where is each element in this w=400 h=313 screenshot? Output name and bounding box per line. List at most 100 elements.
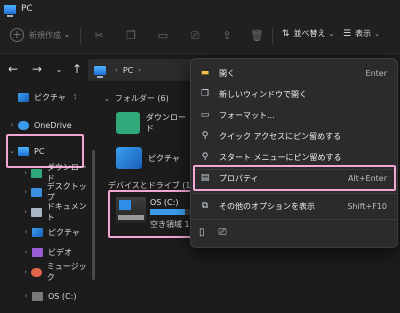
sidebar-item-label: ビデオ <box>48 247 72 257</box>
rename-icon[interactable]: ⎚ <box>219 227 227 238</box>
copy-icon[interactable]: ▯ <box>199 227 205 238</box>
sidebar-item-pictures[interactable]: › ピクチャ <box>14 223 92 241</box>
sidebar-item-label: ミュージック <box>46 262 87 282</box>
view-label: 表示 <box>355 29 372 38</box>
paste-icon[interactable]: ▭ <box>156 29 170 43</box>
pictures-icon <box>18 92 29 102</box>
drive-icon <box>116 197 146 223</box>
toolbar-divider <box>272 28 273 44</box>
new-label: 新規作成 <box>29 30 61 40</box>
chevron-down-icon: ⌄ <box>9 147 15 155</box>
pictures-icon <box>116 147 142 169</box>
title-bar: PC <box>0 0 400 18</box>
sidebar-item-label: ピクチャ <box>48 227 80 237</box>
sidebar-item-label: ドキュメント <box>46 202 87 222</box>
chevron-right-icon: › <box>24 169 28 177</box>
pin-icon: ⚲ <box>201 151 209 162</box>
video-icon <box>32 247 43 257</box>
folder-tile-pictures[interactable]: ピクチャ <box>116 143 190 173</box>
menu-item-properties[interactable]: ▤ プロパティ Alt+Enter <box>191 168 397 188</box>
chevron-down-icon: ⌄ <box>104 94 110 103</box>
share-icon[interactable]: ⇪ <box>220 29 234 43</box>
chevron-right-icon: › <box>24 248 28 256</box>
drive-usage-fill <box>150 209 186 215</box>
breadcrumb-chevron[interactable]: › <box>138 66 141 74</box>
pc-icon <box>18 146 29 156</box>
view-icon: ☰ <box>343 28 352 39</box>
menu-item-label: 新しいウィンドウで開く <box>219 89 307 99</box>
sidebar-item-pictures-pinned[interactable]: ピクチャ ⟟ <box>0 88 92 106</box>
breadcrumb-pc[interactable]: PC <box>123 66 133 75</box>
chevron-right-icon: › <box>24 188 28 196</box>
window-title: PC <box>21 4 33 14</box>
window-icon: ❐ <box>200 88 210 99</box>
more-options-icon: ⧉ <box>201 200 209 211</box>
sidebar-scrollbar[interactable] <box>92 150 95 280</box>
menu-separator <box>191 219 397 220</box>
sort-button[interactable]: ⇅ 並べ替え ⌄ <box>282 28 334 39</box>
menu-item-pin-quick-access[interactable]: ⚲ クイック アクセスにピン留めする <box>191 126 397 146</box>
view-button[interactable]: ☰ 表示 ⌄ <box>343 28 380 39</box>
menu-item-more-options[interactable]: ⧉ その他のオプションを表示 Shift+F10 <box>191 196 397 216</box>
delete-icon[interactable]: 🗑 <box>250 29 264 43</box>
menu-item-shortcut: Enter <box>365 68 387 78</box>
new-button[interactable]: + 新規作成 ⌄ <box>10 28 70 42</box>
cut-icon[interactable]: ✂ <box>92 29 106 43</box>
copy-icon[interactable]: ❐ <box>124 29 138 43</box>
chevron-down-icon: ⌄ <box>374 29 380 38</box>
menu-item-shortcut: Shift+F10 <box>347 201 387 211</box>
download-icon <box>31 168 42 178</box>
pin-icon: ⟟ <box>73 92 77 101</box>
menu-item-format[interactable]: ▭ フォーマット... <box>191 105 397 125</box>
folder-tile-downloads[interactable]: ダウンロード <box>116 108 190 138</box>
drive-icon: ▭ <box>200 109 210 120</box>
sort-icon: ⇅ <box>282 28 290 39</box>
music-icon <box>31 267 42 277</box>
menu-item-pin-start[interactable]: ⚲ スタート メニューにピン留めする <box>191 147 397 167</box>
sidebar-item-videos[interactable]: › ビデオ <box>14 243 92 261</box>
cloud-icon <box>18 120 29 130</box>
toolbar-divider <box>80 28 81 44</box>
back-button[interactable]: ← <box>6 62 20 76</box>
sidebar-item-os-c[interactable]: › OS (C:) <box>14 287 92 305</box>
sidebar-item-pc[interactable]: ⌄ PC <box>0 142 92 160</box>
pc-icon <box>94 65 106 78</box>
menu-quick-actions: ▯ ⎚ <box>199 227 241 238</box>
recent-locations-button[interactable]: ⌄ <box>52 65 66 74</box>
menu-item-label: クイック アクセスにピン留めする <box>219 131 342 141</box>
sort-label: 並べ替え <box>293 29 326 38</box>
chevron-right-icon: › <box>24 268 28 276</box>
sidebar-item-music[interactable]: › ミュージック <box>14 262 92 282</box>
menu-item-label: スタート メニューにピン留めする <box>219 152 342 162</box>
pc-icon <box>4 4 16 17</box>
desktop-icon <box>31 187 42 197</box>
drive-icon <box>32 291 43 301</box>
sidebar-item-desktop[interactable]: › デスクトップ <box>14 182 92 202</box>
up-button[interactable]: ↑ <box>70 62 84 76</box>
plus-icon: + <box>10 28 24 42</box>
sidebar-item-label: OneDrive <box>34 120 72 130</box>
folders-header-label: フォルダー (6) <box>114 94 169 103</box>
sidebar-item-label: デスクトップ <box>46 182 87 202</box>
pin-icon: ⚲ <box>201 130 209 141</box>
menu-separator <box>191 193 397 194</box>
context-menu: ▬ 開く Enter ❐ 新しいウィンドウで開く ▭ フォーマット... ⚲ ク… <box>190 58 398 248</box>
sidebar-item-downloads[interactable]: › ダウンロード <box>14 163 92 183</box>
chevron-right-icon: › <box>24 208 28 216</box>
sidebar-item-label: ピクチャ <box>34 92 66 102</box>
sidebar-item-onedrive[interactable]: › OneDrive <box>0 116 92 134</box>
sidebar-item-documents[interactable]: › ドキュメント <box>14 202 92 222</box>
chevron-down-icon: ⌄ <box>328 29 335 38</box>
menu-item-open-new-window[interactable]: ❐ 新しいウィンドウで開く <box>191 84 397 104</box>
forward-button[interactable]: → <box>30 62 44 76</box>
chevron-down-icon: ⌄ <box>64 31 70 39</box>
menu-item-open[interactable]: ▬ 開く Enter <box>191 63 397 83</box>
menu-item-label: その他のオプションを表示 <box>219 201 315 211</box>
menu-item-label: フォーマット... <box>219 110 275 120</box>
folder-label: ピクチャ <box>148 153 180 163</box>
folders-group-header[interactable]: ⌄ フォルダー (6) <box>104 93 169 104</box>
sidebar-item-label: OS (C:) <box>48 291 77 301</box>
sidebar-item-label: PC <box>34 146 45 156</box>
rename-icon[interactable]: ⎚ <box>188 29 202 43</box>
chevron-right-icon: › <box>10 121 14 129</box>
